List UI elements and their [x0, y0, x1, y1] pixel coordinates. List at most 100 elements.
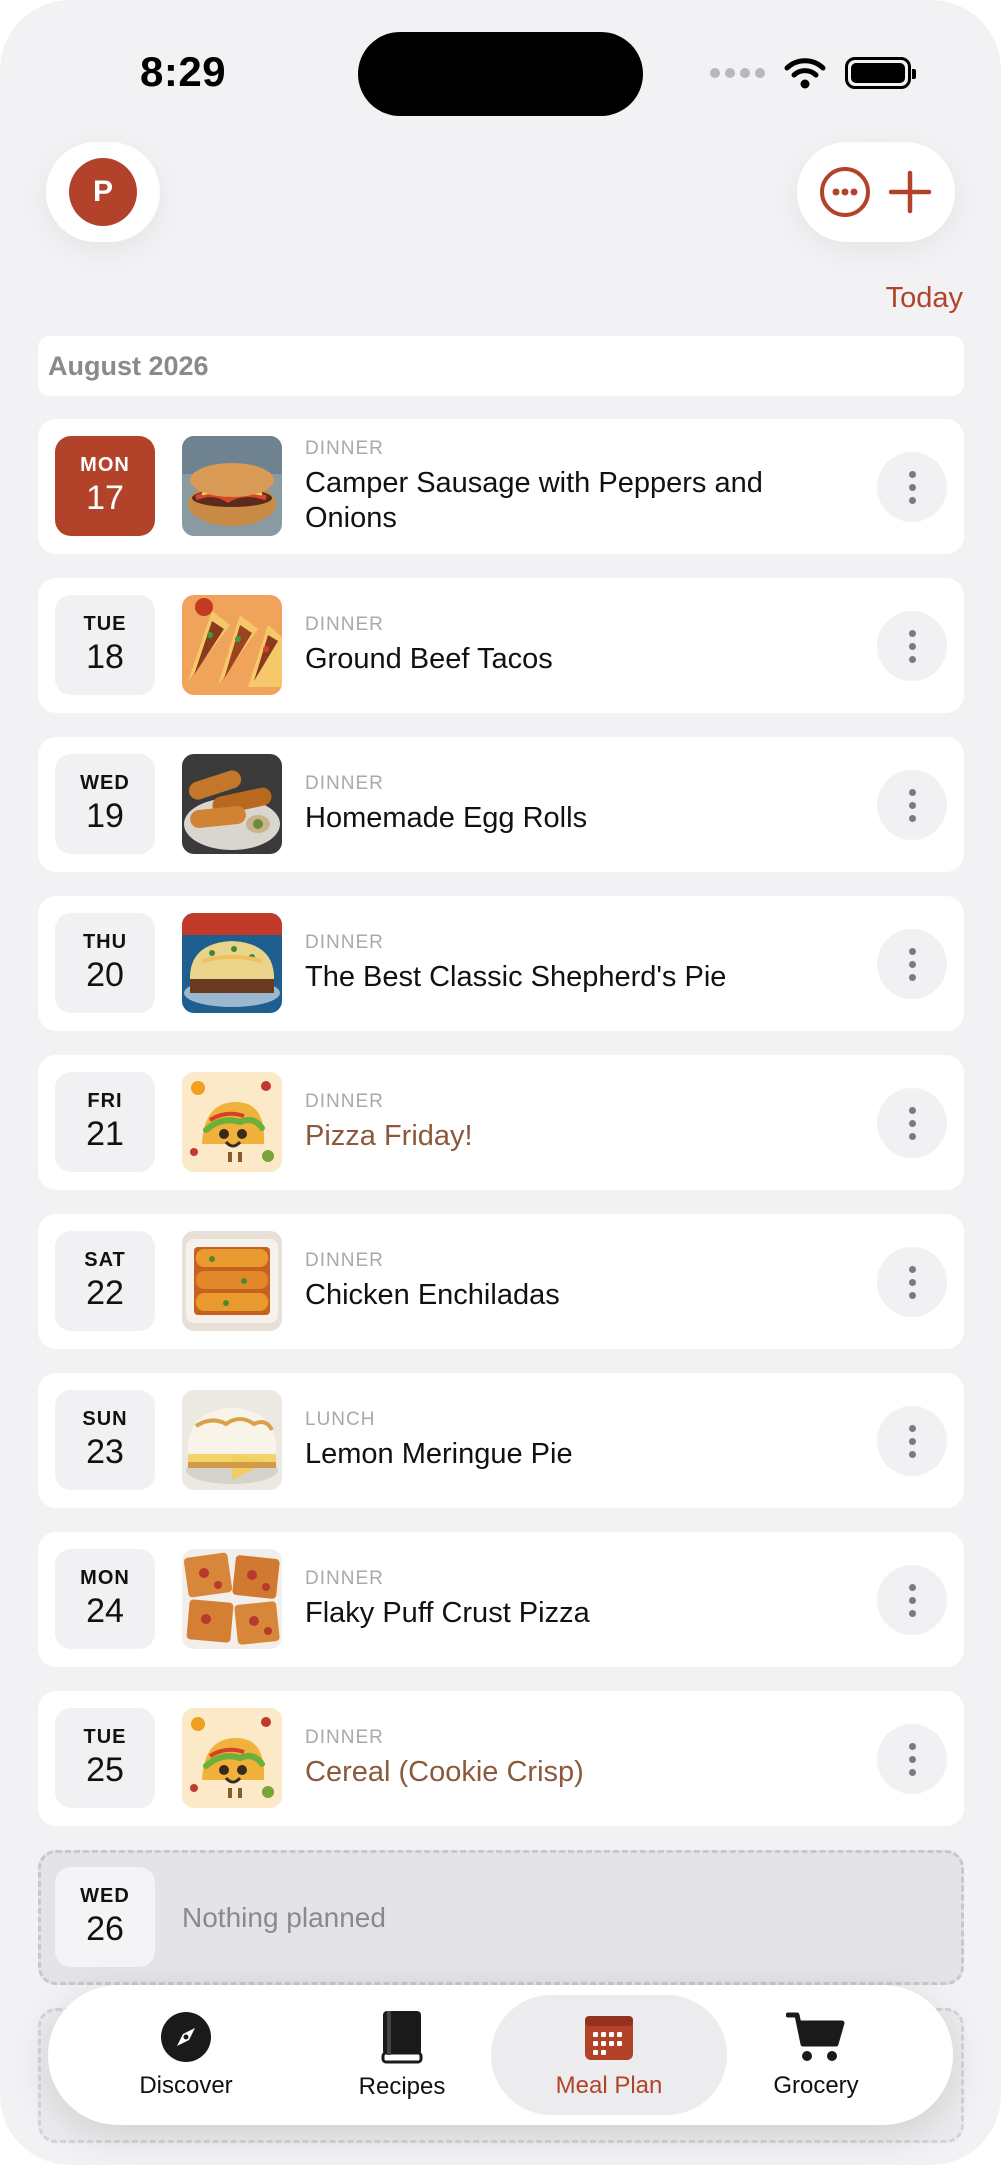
meal-text: LUNCH Lemon Meringue Pie — [305, 1373, 844, 1508]
status-time: 8:29 — [140, 48, 227, 95]
compass-icon — [159, 2010, 213, 2064]
meal-type-label: DINNER — [305, 1250, 384, 1271]
day-name: WED — [80, 772, 130, 794]
row-more-options-button[interactable] — [877, 770, 947, 840]
day-name: MON — [80, 1567, 130, 1589]
recipe-thumbnail — [182, 436, 282, 536]
day-number: 18 — [86, 638, 124, 676]
meal-title[interactable]: Camper Sausage with Peppers and Onions — [305, 466, 844, 536]
tab-discover[interactable]: Discover — [68, 1995, 304, 2115]
recipe-thumbnail — [182, 754, 282, 854]
tab-bar: Discover Recipes Meal Plan Grocery — [48, 1985, 953, 2125]
calendar-icon — [582, 2010, 636, 2064]
meal-text: DINNER Pizza Friday! — [305, 1055, 844, 1190]
avatar: P — [69, 158, 137, 226]
day-name: WED — [80, 1885, 130, 1907]
add-meal-icon[interactable] — [886, 168, 934, 216]
row-more-options-button[interactable] — [877, 1247, 947, 1317]
meal-row[interactable]: THU 20 DINNER The Best Classic Shepherd's P… — [38, 896, 964, 1031]
today-button[interactable]: Today — [886, 282, 963, 315]
tab-meal-plan[interactable]: Meal Plan — [491, 1995, 727, 2115]
wifi-icon — [784, 58, 826, 89]
day-name: FRI — [87, 1090, 123, 1112]
meal-row[interactable]: SUN 23 LUNCH Lemon Meringue Pie — [38, 1373, 964, 1508]
day-name: THU — [82, 931, 128, 953]
tab-label: Recipes — [358, 2073, 446, 2100]
day-badge: SAT 22 — [55, 1231, 155, 1331]
row-more-options-button[interactable] — [877, 1406, 947, 1476]
row-more-options-button[interactable] — [877, 929, 947, 999]
day-number: 26 — [86, 1910, 124, 1948]
meal-row[interactable]: WED 19 DINNER Homemade Egg Rolls — [38, 737, 964, 872]
day-number: 23 — [86, 1433, 124, 1471]
recipe-thumbnail — [182, 1708, 282, 1808]
meal-title[interactable]: Lemon Meringue Pie — [305, 1437, 844, 1472]
meal-type-label: LUNCH — [305, 1409, 376, 1430]
row-more-options-button[interactable] — [877, 611, 947, 681]
recipe-thumbnail — [182, 913, 282, 1013]
row-more-options-button[interactable] — [877, 452, 947, 522]
recipe-thumbnail — [182, 1072, 282, 1172]
meal-row[interactable]: MON 24 DINNER Flaky Puff Crust Pizza — [38, 1532, 964, 1667]
meal-title[interactable]: Pizza Friday! — [305, 1119, 844, 1154]
day-number: 22 — [86, 1274, 124, 1312]
meal-text: DINNER Camper Sausage with Peppers and On… — [305, 419, 844, 554]
day-badge: SUN 23 — [55, 1390, 155, 1490]
meal-text: DINNER Cereal (Cookie Crisp) — [305, 1691, 844, 1826]
day-number: 17 — [86, 479, 124, 517]
meal-text: DINNER Homemade Egg Rolls — [305, 737, 844, 872]
meal-title[interactable]: Ground Beef Tacos — [305, 642, 844, 677]
day-number: 20 — [86, 956, 124, 994]
meal-row[interactable]: MON 17 DINNER Camper Sausage with Peppers a… — [38, 419, 964, 554]
tab-recipes[interactable]: Recipes — [284, 1995, 520, 2115]
meal-row[interactable]: TUE 18 DINNER Ground Beef Tacos — [38, 578, 964, 713]
meal-type-label: DINNER — [305, 614, 384, 635]
battery-icon — [845, 57, 916, 89]
profile-button[interactable]: P — [46, 142, 160, 242]
meal-text: DINNER The Best Classic Shepherd's Pie — [305, 896, 844, 1031]
meal-type-label: DINNER — [305, 1091, 384, 1112]
meal-title[interactable]: Flaky Puff Crust Pizza — [305, 1596, 844, 1631]
cart-icon — [786, 2010, 846, 2064]
recipe-thumbnail — [182, 1549, 282, 1649]
app-screen: 8:29 P Today August 2026 MON 17 DINNER Camp… — [0, 0, 1001, 2165]
tab-grocery[interactable]: Grocery — [698, 1995, 934, 2115]
meal-text: DINNER Flaky Puff Crust Pizza — [305, 1532, 844, 1667]
meal-text: DINNER Chicken Enchiladas — [305, 1214, 844, 1349]
day-number: 19 — [86, 797, 124, 835]
day-badge: MON 17 — [55, 436, 155, 536]
tab-label: Meal Plan — [555, 2072, 663, 2099]
day-name: SUN — [82, 1408, 128, 1430]
more-options-icon[interactable] — [818, 165, 872, 219]
day-number: 24 — [86, 1592, 124, 1630]
meal-text: DINNER Ground Beef Tacos — [305, 578, 844, 713]
cellular-signal-icon — [710, 68, 765, 78]
row-more-options-button[interactable] — [877, 1088, 947, 1158]
recipe-thumbnail — [182, 595, 282, 695]
empty-day-row[interactable]: WED 26 Nothing planned — [38, 1850, 964, 1985]
meal-title[interactable]: The Best Classic Shepherd's Pie — [305, 960, 844, 995]
day-badge: TUE 25 — [55, 1708, 155, 1808]
meal-title[interactable]: Homemade Egg Rolls — [305, 801, 844, 836]
meal-type-label: DINNER — [305, 932, 384, 953]
row-more-options-button[interactable] — [877, 1565, 947, 1635]
row-more-options-button[interactable] — [877, 1724, 947, 1794]
day-badge: FRI 21 — [55, 1072, 155, 1172]
nothing-planned-label: Nothing planned — [182, 1901, 386, 1933]
day-number: 21 — [86, 1115, 124, 1153]
meal-title[interactable]: Cereal (Cookie Crisp) — [305, 1755, 844, 1790]
meal-title[interactable]: Chicken Enchiladas — [305, 1278, 844, 1313]
meal-row[interactable]: SAT 22 DINNER Chicken Enchiladas — [38, 1214, 964, 1349]
day-name: TUE — [83, 1726, 127, 1748]
day-name: MON — [80, 454, 130, 476]
tab-label: Discover — [139, 2072, 233, 2099]
meal-type-label: DINNER — [305, 1727, 384, 1748]
day-name: TUE — [83, 613, 127, 635]
tab-label: Grocery — [773, 2072, 859, 2099]
meal-type-label: DINNER — [305, 1568, 384, 1589]
meal-row[interactable]: FRI 21 DINNER Pizza Friday! — [38, 1055, 964, 1190]
recipe-thumbnail — [182, 1231, 282, 1331]
meal-plan-list: MON 17 DINNER Camper Sausage with Peppers a… — [38, 419, 964, 1985]
meal-row[interactable]: TUE 25 DINNER Cereal (Cookie Crisp) — [38, 1691, 964, 1826]
recipe-thumbnail — [182, 1390, 282, 1490]
